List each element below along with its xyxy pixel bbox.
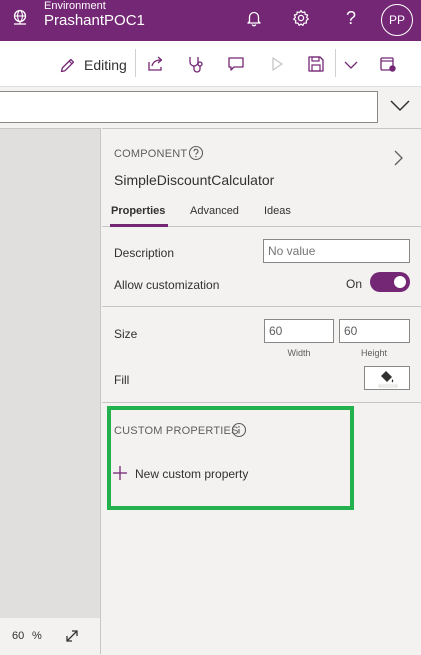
pencil-icon <box>60 58 75 72</box>
divider <box>335 49 336 77</box>
allow-customization-label: Allow customization <box>114 278 220 292</box>
plus-icon[interactable] <box>112 465 128 481</box>
help-icon[interactable]: ? <box>342 8 360 28</box>
divider <box>135 49 136 77</box>
tab-advanced[interactable]: Advanced <box>190 205 239 217</box>
fill-color-picker[interactable] <box>364 366 410 390</box>
zoom-bar: 60 % <box>0 617 100 655</box>
new-custom-property-button[interactable]: New custom property <box>135 467 248 481</box>
description-label: Description <box>114 246 175 260</box>
fill-label: Fill <box>114 373 130 387</box>
zoom-value[interactable]: 60 <box>12 630 24 642</box>
custom-properties-label: CUSTOM PROPERTIES <box>114 425 239 437</box>
allow-customization-toggle[interactable] <box>370 272 410 292</box>
size-label: Size <box>114 327 138 341</box>
environment-icon[interactable] <box>11 9 29 27</box>
zoom-unit: % <box>32 630 42 642</box>
paint-bucket-icon <box>378 371 398 388</box>
publish-icon[interactable] <box>378 54 398 74</box>
component-name: SimpleDiscountCalculator <box>114 172 275 188</box>
formula-input[interactable] <box>0 91 378 123</box>
stethoscope-icon[interactable] <box>186 54 206 74</box>
description-input[interactable] <box>263 239 410 263</box>
editing-button[interactable]: Editing <box>59 55 127 75</box>
chevron-down-icon[interactable] <box>341 54 361 74</box>
chevron-right-icon[interactable] <box>392 149 404 167</box>
width-input[interactable] <box>264 319 334 343</box>
toggle-knob <box>394 276 406 288</box>
height-caption: Height <box>360 348 387 358</box>
tab-bar: Properties Advanced Ideas <box>102 199 421 227</box>
editing-label: Editing <box>84 57 127 73</box>
help-icon[interactable] <box>188 145 204 161</box>
environment-name[interactable]: PrashantPOC1 <box>44 12 145 29</box>
tab-ideas[interactable]: Ideas <box>264 205 291 217</box>
tab-properties[interactable]: Properties <box>111 205 165 217</box>
bell-icon[interactable] <box>245 9 263 27</box>
section-label: COMPONENT <box>114 148 188 160</box>
formula-bar <box>0 88 421 128</box>
divider <box>102 402 421 403</box>
properties-panel: COMPONENT SimpleDiscountCalculator Prope… <box>102 128 421 654</box>
height-input[interactable] <box>339 319 410 343</box>
divider <box>102 306 421 307</box>
expand-icon[interactable] <box>64 628 80 644</box>
gear-icon[interactable] <box>292 9 310 27</box>
play-icon[interactable] <box>267 54 287 74</box>
toggle-state-label: On <box>346 277 363 291</box>
command-bar: Editing <box>0 41 421 87</box>
active-tab-indicator <box>110 224 168 227</box>
top-bar: Environment PrashantPOC1 ? PP <box>0 0 421 41</box>
save-icon[interactable] <box>306 54 326 74</box>
environment-label: Environment <box>44 0 106 12</box>
avatar[interactable]: PP <box>381 4 413 36</box>
info-icon[interactable] <box>231 422 247 438</box>
chevron-down-icon[interactable] <box>389 98 411 114</box>
comment-icon[interactable] <box>226 54 246 74</box>
width-caption: Width <box>287 348 311 358</box>
share-icon[interactable] <box>146 54 166 74</box>
canvas-area[interactable]: 60 % <box>0 128 101 655</box>
